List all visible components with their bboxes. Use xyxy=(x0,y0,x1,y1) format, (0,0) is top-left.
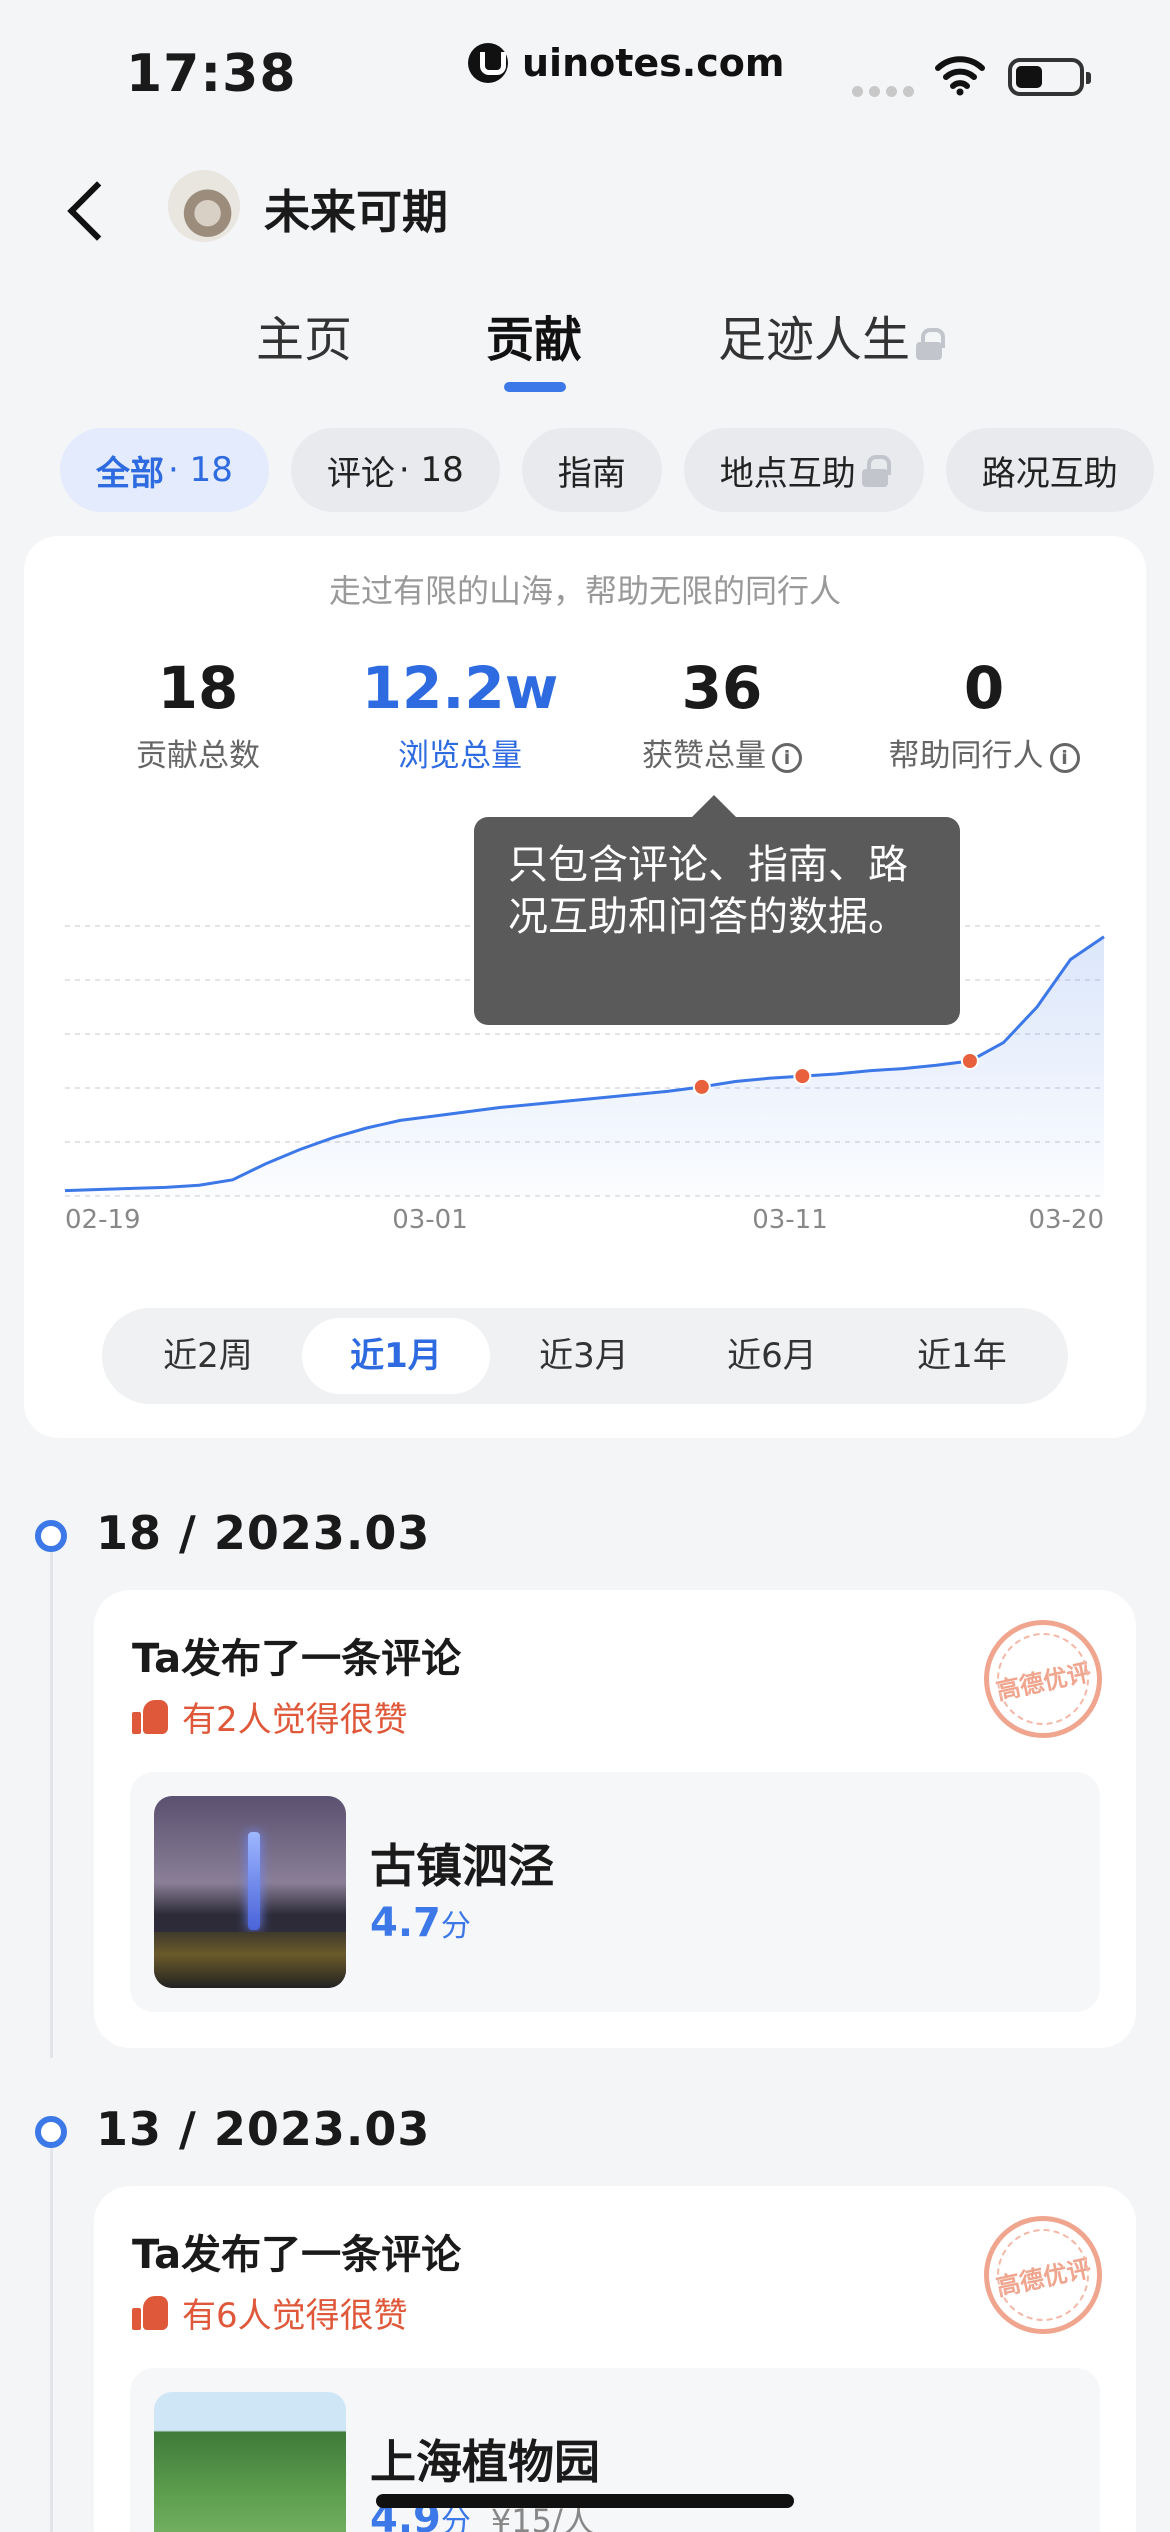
chart-data-point xyxy=(692,1077,711,1096)
chip-guides[interactable]: 指南 xyxy=(521,428,662,512)
timeline-line xyxy=(50,2144,53,2532)
status-bar: 17:38 uinotes.com xyxy=(0,0,1170,140)
stat-label-row: 帮助同行人 i xyxy=(854,730,1114,775)
range-6-months[interactable]: 近6月 xyxy=(678,1318,866,1394)
chip-count: · 18 xyxy=(398,450,464,490)
chip-label: 地点互助 xyxy=(719,453,856,494)
range-1-month[interactable]: 近1月 xyxy=(302,1318,490,1394)
entry-likes: 有6人觉得很赞 xyxy=(132,2288,408,2337)
review-card[interactable]: Ta发布了一条评论 有6人觉得很赞 高德优评 上海植物园 4.9分 ¥15/人 xyxy=(94,2186,1136,2532)
timeline-date: 13 / 2023.03 xyxy=(96,2102,431,2156)
tab-footprint[interactable]: 足迹人生 xyxy=(718,300,946,370)
active-tab-indicator xyxy=(504,382,566,392)
timeline-dot-icon xyxy=(35,1520,67,1552)
chart-x-tick-label: 03-20 xyxy=(1028,1205,1104,1235)
chip-label: 评论 xyxy=(326,453,395,494)
stat-value: 18 xyxy=(157,654,239,722)
url-pill: uinotes.com xyxy=(440,28,812,98)
chart-x-tick-label: 03-11 xyxy=(752,1205,828,1235)
stat-total-views[interactable]: 12.2w 浏览总量 xyxy=(330,654,590,775)
info-icon[interactable]: i xyxy=(772,742,802,773)
poi-photo xyxy=(154,2392,346,2532)
stat-value: 12.2w xyxy=(361,654,559,722)
filter-chip-row: 全部 · 18 评论 · 18 指南 地点互助 路况互助 xyxy=(60,428,1170,512)
site-logo-icon xyxy=(468,43,508,83)
status-time: 17:38 xyxy=(126,44,297,104)
avatar[interactable] xyxy=(168,170,240,242)
stat-label-row: 获赞总量 i xyxy=(592,730,852,775)
entry-likes: 有2人觉得很赞 xyxy=(132,1692,408,1741)
chip-all[interactable]: 全部 · 18 xyxy=(60,428,269,512)
tab-contribution[interactable]: 贡献 xyxy=(486,300,582,370)
poi-name: 上海植物园 xyxy=(370,2435,600,2489)
wifi-icon xyxy=(935,56,985,96)
poi-name: 古镇泗泾 xyxy=(370,1839,554,1893)
stat-label: 获赞总量 xyxy=(642,738,766,774)
chip-label: 全部 xyxy=(96,453,164,494)
stats-card: 走过有限的山海，帮助无限的同行人 18 贡献总数 12.2w 浏览总量 36 获… xyxy=(24,536,1146,1438)
stat-label: 浏览总量 xyxy=(398,738,522,774)
tab-footprint-label: 足迹人生 xyxy=(718,312,911,368)
poi-score-value: 4.7 xyxy=(370,1900,441,1946)
review-card[interactable]: Ta发布了一条评论 有2人觉得很赞 高德优评 古镇泗泾 4.7分 xyxy=(94,1590,1136,2048)
poi-score-unit: 分 xyxy=(440,2505,471,2532)
timeline-date: 18 / 2023.03 xyxy=(96,1506,431,1560)
stat-label: 贡献总数 xyxy=(136,738,260,774)
thumbs-up-icon xyxy=(132,1699,168,1734)
time-range-selector: 近2周 近1月 近3月 近6月 近1年 xyxy=(102,1308,1068,1404)
poi-score: 4.7分 xyxy=(370,1900,471,1946)
slogan: 走过有限的山海，帮助无限的同行人 xyxy=(328,572,841,610)
home-indicator xyxy=(376,2494,794,2508)
back-button[interactable] xyxy=(62,168,122,248)
poi-card[interactable]: 古镇泗泾 4.7分 xyxy=(130,1772,1100,2012)
quality-review-stamp: 高德优评 xyxy=(973,1609,1113,1749)
likes-text: 有6人觉得很赞 xyxy=(182,2296,408,2336)
stat-helped-travelers[interactable]: 0 帮助同行人 i xyxy=(854,654,1114,775)
quality-review-stamp: 高德优评 xyxy=(973,2205,1113,2345)
timeline-dot-icon xyxy=(35,2116,67,2148)
lock-icon xyxy=(916,328,946,360)
lock-icon xyxy=(861,455,891,487)
chart-data-point xyxy=(960,1052,979,1070)
entry-title: Ta发布了一条评论 xyxy=(132,1636,462,1682)
url-text: uinotes.com xyxy=(522,41,785,85)
chip-count: · 18 xyxy=(168,450,233,490)
chip-reviews[interactable]: 评论 · 18 xyxy=(290,428,500,512)
poi-score-unit: 分 xyxy=(440,1909,471,1944)
battery-icon xyxy=(1008,58,1091,96)
chart-x-tick-label: 03-01 xyxy=(392,1205,468,1235)
chip-label: 指南 xyxy=(557,453,626,494)
cellular-signal-icon xyxy=(852,86,914,97)
tab-home[interactable]: 主页 xyxy=(256,300,352,370)
info-icon[interactable]: i xyxy=(1049,742,1080,773)
chart-data-point xyxy=(793,1067,812,1086)
range-1-year[interactable]: 近1年 xyxy=(868,1318,1056,1394)
user-name: 未来可期 xyxy=(264,185,448,239)
entry-title: Ta发布了一条评论 xyxy=(132,2232,462,2278)
chip-place-help[interactable]: 地点互助 xyxy=(683,428,924,512)
chip-label: 路况互助 xyxy=(981,453,1118,494)
likes-text: 有2人觉得很赞 xyxy=(182,1700,408,1740)
stat-total-contributions: 18 贡献总数 xyxy=(68,654,328,775)
timeline-line xyxy=(50,1548,53,2058)
range-3-months[interactable]: 近3月 xyxy=(490,1318,678,1394)
stat-label: 帮助同行人 xyxy=(888,738,1044,774)
stat-total-likes[interactable]: 36 获赞总量 i xyxy=(592,654,852,775)
stat-value: 0 xyxy=(963,654,1005,722)
chip-road-help[interactable]: 路况互助 xyxy=(945,428,1154,512)
poi-photo xyxy=(154,1796,346,1988)
info-tooltip: 只包含评论、指南、路况互助和问答的数据。 xyxy=(474,795,960,1025)
stat-value: 36 xyxy=(681,654,763,722)
range-2-weeks[interactable]: 近2周 xyxy=(114,1318,302,1394)
thumbs-up-icon xyxy=(132,2295,168,2330)
chart-x-tick-label: 02-19 xyxy=(65,1205,141,1235)
